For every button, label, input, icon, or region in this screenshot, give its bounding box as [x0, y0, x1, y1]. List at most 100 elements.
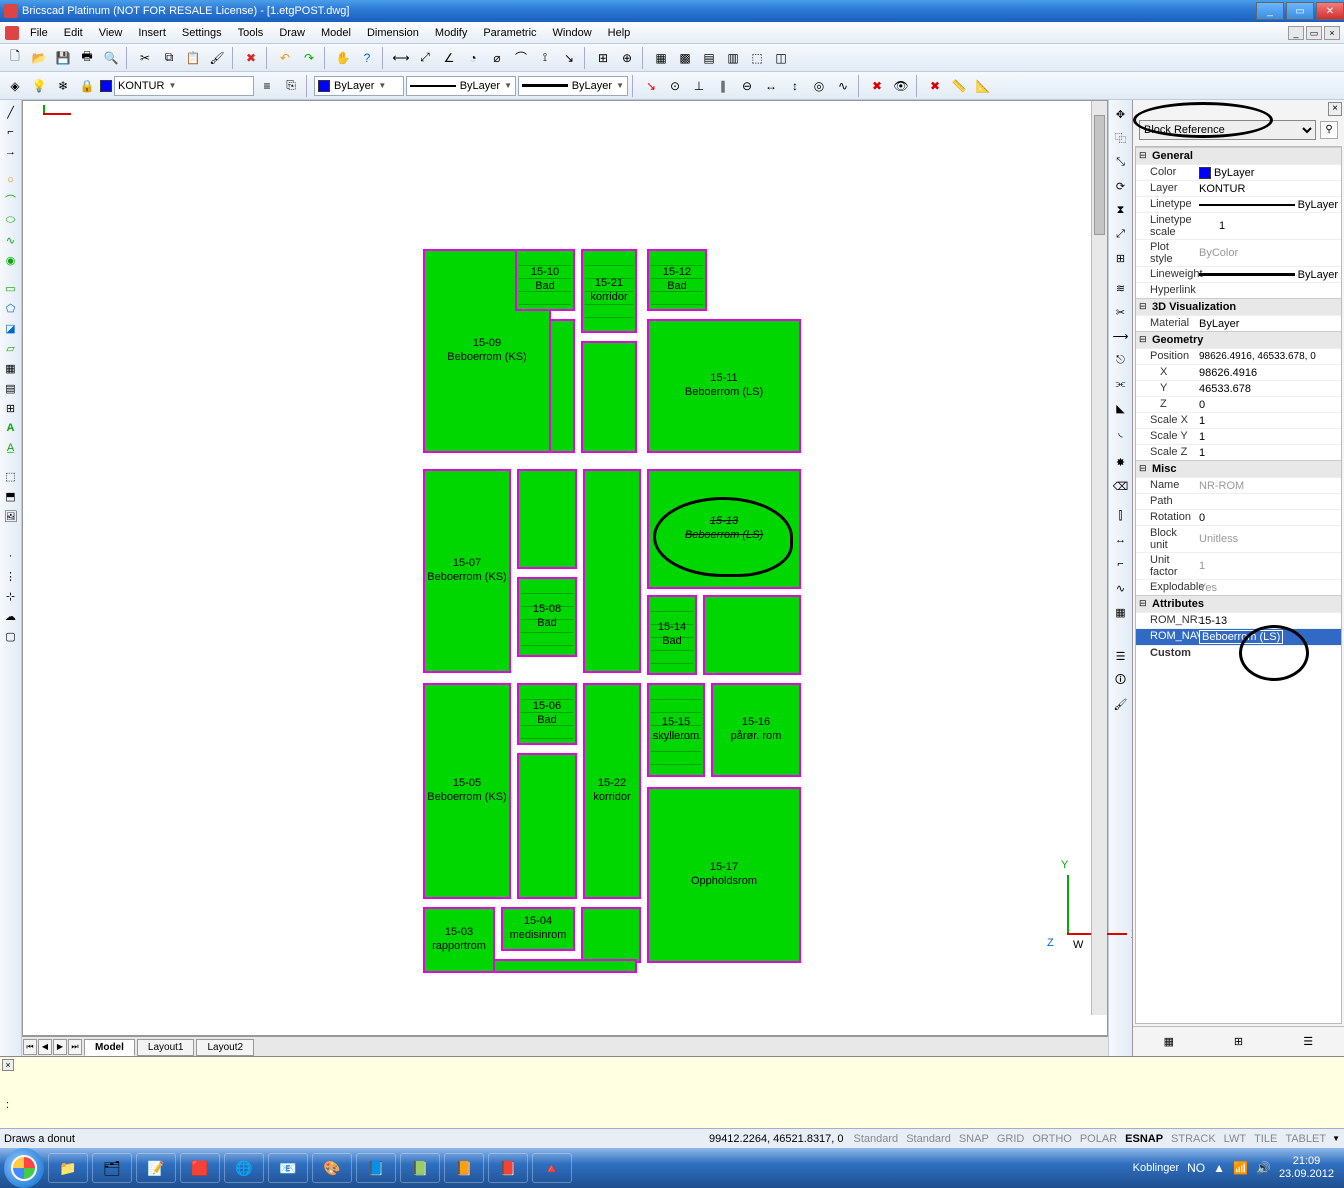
properties-icon[interactable]: 🛈 — [1111, 669, 1131, 691]
dim-leader-icon[interactable]: ↘ — [558, 47, 580, 69]
constraint-delete-icon[interactable]: ✖ — [866, 75, 888, 97]
constraint-parallel-icon[interactable]: ∥ — [712, 75, 734, 97]
break-icon[interactable]: ⎋ — [1111, 349, 1131, 371]
paste-button[interactable]: 📋 — [182, 47, 204, 69]
preview-button[interactable]: 🔍 — [100, 47, 122, 69]
copy-button[interactable]: ⧉ — [158, 47, 180, 69]
param-linear-icon[interactable]: 📏 — [948, 75, 970, 97]
arc-icon[interactable]: ⌒ — [1, 191, 21, 209]
menu-help[interactable]: Help — [600, 25, 639, 41]
edit-hatch-icon[interactable]: ▦ — [1111, 601, 1131, 623]
insert-block-icon[interactable]: ⬚ — [1, 467, 21, 485]
menu-view[interactable]: View — [91, 25, 131, 41]
attr-rom-nr[interactable]: 15-13 — [1196, 613, 1341, 628]
fillet-icon[interactable]: ◟ — [1111, 421, 1131, 443]
tray-clock[interactable]: 21:09 23.09.2012 — [1279, 1155, 1334, 1181]
status-std1[interactable]: Standard — [850, 1133, 903, 1145]
lineweight-combo[interactable]: ByLayer ▼ — [518, 76, 628, 96]
menu-settings[interactable]: Settings — [174, 25, 230, 41]
tab-model[interactable]: Model — [84, 1039, 135, 1056]
toggle-grid[interactable]: GRID — [993, 1133, 1029, 1145]
room-15-22[interactable]: 15-22korridor — [583, 683, 641, 899]
stretch-icon[interactable]: ⤡ — [1111, 151, 1131, 173]
footer-icon1[interactable]: ▦ — [1159, 1033, 1179, 1051]
selection-filter-icon[interactable]: ⚲ — [1320, 121, 1338, 139]
dim-arc-icon[interactable]: ⌒ — [510, 47, 532, 69]
task-pdf[interactable]: 📕 — [488, 1153, 528, 1183]
ellipse-icon[interactable]: ⬭ — [1, 211, 21, 229]
tab-prev[interactable]: ◀ — [38, 1039, 52, 1055]
room-filler[interactable] — [703, 595, 801, 675]
constraint-horiz-icon[interactable]: ↔ — [760, 75, 782, 97]
task-word[interactable]: 📘 — [356, 1153, 396, 1183]
room-15-07[interactable]: 15-07Beboerrom (KS) — [423, 469, 511, 673]
tray-vol-icon[interactable]: 🔊 — [1256, 1161, 1271, 1175]
layer-on-icon[interactable]: 💡 — [28, 75, 50, 97]
layer-prev-icon[interactable]: ⎘ — [280, 75, 302, 97]
dim-ordinate-icon[interactable]: ⟟ — [534, 47, 556, 69]
rectangle-icon[interactable]: ▭ — [1, 279, 21, 297]
array-icon[interactable]: ⊞ — [1111, 247, 1131, 269]
menu-window[interactable]: Window — [545, 25, 600, 41]
wipeout-icon[interactable]: ▢ — [1, 627, 21, 645]
room-15-11[interactable]: 15-11Beboerrom (LS) — [647, 319, 801, 453]
revcloud-icon[interactable]: ☁ — [1, 607, 21, 625]
redo-button[interactable]: ↷ — [298, 47, 320, 69]
tab-next[interactable]: ▶ — [53, 1039, 67, 1055]
save-button[interactable]: 💾 — [52, 47, 74, 69]
lengthen-icon[interactable]: ↔ — [1111, 529, 1131, 551]
dim-radius-icon[interactable]: ◔ — [462, 47, 484, 69]
explode-icon[interactable]: ✸ — [1111, 451, 1131, 473]
layers-icon[interactable]: ◈ — [4, 75, 26, 97]
print-button[interactable]: 🖶 — [76, 47, 98, 69]
new-button[interactable]: 🗋 — [4, 47, 26, 69]
toggle-strack[interactable]: STRACK — [1167, 1133, 1220, 1145]
toggle-ortho[interactable]: ORTHO — [1028, 1133, 1076, 1145]
attr-edit-icon[interactable]: ◫ — [770, 47, 792, 69]
menu-parametric[interactable]: Parametric — [475, 25, 544, 41]
menu-dimension[interactable]: Dimension — [359, 25, 427, 41]
match-button[interactable]: 🖌 — [206, 47, 228, 69]
task-folder[interactable]: 🗂 — [92, 1153, 132, 1183]
donut-icon[interactable]: ◉ — [1, 251, 21, 269]
task-ie[interactable]: 🌐 — [224, 1153, 264, 1183]
task-excel[interactable]: 📗 — [400, 1153, 440, 1183]
layer-lock-icon[interactable]: 🔒 — [76, 75, 98, 97]
tab-layout2[interactable]: Layout2 — [196, 1039, 254, 1056]
room-filler[interactable] — [583, 469, 641, 673]
dim-linear-icon[interactable]: ⟷ — [390, 47, 412, 69]
measure-icon[interactable]: ⊹ — [1, 587, 21, 605]
tolerance-icon[interactable]: ⊞ — [592, 47, 614, 69]
edit-pline-icon[interactable]: ⌐ — [1111, 553, 1131, 575]
chamfer-icon[interactable]: ◣ — [1111, 397, 1131, 419]
menu-file[interactable]: File — [22, 25, 56, 41]
mdi-restore[interactable]: ▭ — [1306, 26, 1322, 40]
constraint-perp-icon[interactable]: ⊥ — [688, 75, 710, 97]
delete-button[interactable]: ✖ — [240, 47, 262, 69]
menu-edit[interactable]: Edit — [56, 25, 91, 41]
constraint-tangent-icon[interactable]: ⊖ — [736, 75, 758, 97]
mtext-icon[interactable]: A̲ — [1, 439, 21, 457]
rotate-icon[interactable]: ⟳ — [1111, 175, 1131, 197]
task-paint[interactable]: 🎨 — [312, 1153, 352, 1183]
tray-lang[interactable]: NO — [1187, 1161, 1205, 1175]
constraint-smooth-icon[interactable]: ∿ — [832, 75, 854, 97]
polyline-icon[interactable]: ⌐ — [1, 123, 21, 141]
mdi-minimize[interactable]: _ — [1288, 26, 1304, 40]
undo-button[interactable]: ↶ — [274, 47, 296, 69]
tray-net[interactable]: Koblinger — [1133, 1162, 1179, 1174]
constraint-vert-icon[interactable]: ↕ — [784, 75, 806, 97]
menu-tools[interactable]: Tools — [230, 25, 272, 41]
group-general[interactable]: General — [1136, 147, 1341, 164]
toggle-snap[interactable]: SNAP — [955, 1133, 993, 1145]
move-icon[interactable]: ✥ — [1111, 103, 1131, 125]
tray-net-icon[interactable]: 📶 — [1233, 1161, 1248, 1175]
menu-draw[interactable]: Draw — [271, 25, 313, 41]
cut-button[interactable]: ✂ — [134, 47, 156, 69]
polygon-icon[interactable]: ⬠ — [1, 299, 21, 317]
room-15-06[interactable]: 15-06Bad — [517, 683, 577, 745]
block-insert-icon[interactable]: ▦ — [650, 47, 672, 69]
toggle-tablet[interactable]: TABLET — [1281, 1133, 1330, 1145]
region-icon[interactable]: ◪ — [1, 319, 21, 337]
scale-icon[interactable]: ⤢ — [1111, 223, 1131, 245]
